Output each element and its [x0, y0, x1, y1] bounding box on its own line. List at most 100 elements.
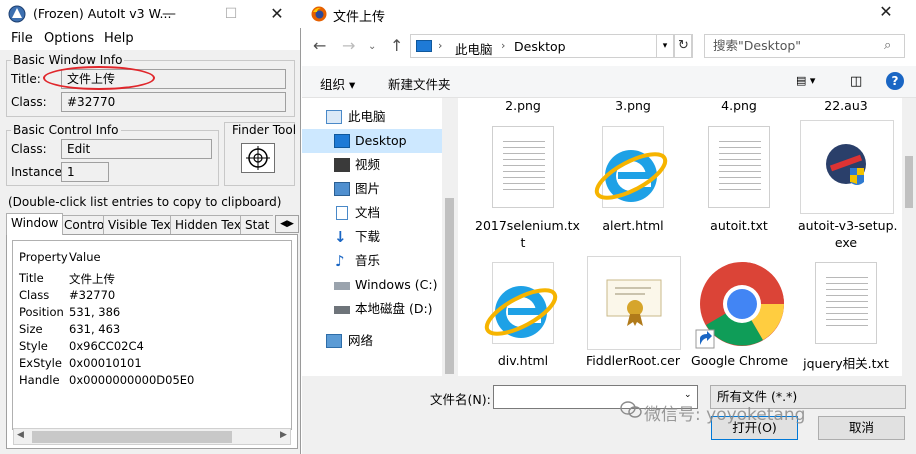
address-dropdown[interactable]: ▾ — [656, 34, 674, 58]
finder-tool-label: Finder Tool — [232, 123, 297, 137]
organize-button[interactable]: 组织 ▾ — [320, 74, 355, 93]
prop-value: 531, 386 — [69, 305, 121, 319]
crosshair-icon — [246, 146, 270, 170]
tab-scroll-arrows[interactable]: ◀▶ — [275, 215, 299, 233]
header-property: Property — [19, 250, 68, 264]
property-list[interactable]: Property Value Title 文件上传 Class #32770 P… — [12, 240, 292, 430]
file-scrollbar[interactable] — [902, 98, 916, 376]
address-bar[interactable]: › 此电脑 › Desktop — [410, 34, 692, 58]
scroll-right-icon[interactable]: ▶ — [280, 430, 287, 440]
prop-value: #32770 — [69, 288, 116, 302]
file-item[interactable]: jquery相关.txt — [798, 260, 894, 371]
sidebar-item-label: 本地磁盘 (D:) — [355, 301, 433, 316]
file-dialog: 文件上传 ✕ ← → ⌄ ↑ › 此电脑 › Desktop ▾ ↻ 搜索"De… — [302, 0, 916, 454]
nav-scrollbar[interactable] — [442, 98, 458, 376]
sidebar-item-videos[interactable]: 视频 — [302, 153, 442, 177]
close-button[interactable]: ✕ — [258, 2, 296, 26]
prop-name: Handle — [19, 373, 60, 387]
control-instance-field[interactable]: 1 — [61, 162, 109, 182]
chevron-down-icon[interactable]: ⌄ — [684, 390, 692, 400]
sidebar-item-label: 音乐 — [355, 253, 381, 268]
file-name-top[interactable]: 3.png — [585, 98, 681, 113]
cancel-button[interactable]: 取消 — [818, 416, 905, 440]
sidebar-item-downloads[interactable]: ↓ 下载 — [302, 225, 442, 249]
tab-window[interactable]: Window — [6, 213, 64, 235]
file-name-top[interactable]: 22.au3 — [798, 98, 894, 113]
autoit-window: (Frozen) AutoIt v3 W... — ☐ ✕ File Optio… — [0, 0, 301, 454]
computer-icon — [416, 40, 432, 52]
view-options-icon[interactable]: ▤ ▾ — [796, 74, 815, 87]
sidebar-item-network[interactable]: 网络 — [302, 329, 442, 353]
certificate-icon — [606, 279, 662, 326]
dialog-close-button[interactable]: ✕ — [867, 0, 905, 24]
file-item[interactable]: div.html — [475, 260, 571, 370]
recent-chevron-icon[interactable]: ⌄ — [368, 41, 376, 52]
breadcrumb-desktop[interactable]: Desktop — [514, 39, 566, 54]
chevron-right-icon[interactable]: › — [501, 39, 505, 52]
music-icon: ♪ — [335, 252, 345, 270]
search-icon[interactable]: ⌕ — [884, 38, 891, 53]
sidebar-item-drive-d[interactable]: 本地磁盘 (D:) — [302, 297, 442, 321]
chrome-icon — [695, 262, 784, 349]
sidebar-item-this-pc[interactable]: 此电脑 — [302, 105, 442, 129]
file-item[interactable]: FiddlerRoot.cer — [585, 256, 681, 370]
file-item[interactable]: 2017selenium.tx t — [475, 124, 580, 250]
computer-icon — [326, 110, 342, 124]
file-name: Google Chrome — [691, 353, 789, 368]
sidebar-item-music[interactable]: ♪ 音乐 — [302, 249, 442, 273]
file-name-top[interactable]: 4.png — [691, 98, 787, 113]
scroll-left-icon[interactable]: ◀ — [17, 430, 24, 440]
menu-help[interactable]: Help — [104, 31, 134, 46]
finder-tool[interactable] — [241, 143, 275, 173]
pictures-icon — [334, 182, 350, 196]
sidebar-item-label: 网络 — [348, 333, 374, 348]
file-item[interactable]: alert.html — [585, 124, 681, 250]
nav-scroll-thumb[interactable] — [445, 198, 454, 374]
menu-file[interactable]: File — [11, 31, 33, 46]
control-instance-label: Instance: — [11, 165, 67, 179]
control-class-field[interactable]: Edit — [61, 139, 212, 159]
prop-name: Class — [19, 288, 50, 302]
file-scroll-thumb[interactable] — [905, 156, 913, 208]
sidebar-item-drive-c[interactable]: Windows (C:) — [302, 273, 442, 297]
scroll-thumb[interactable] — [32, 431, 232, 443]
file-item[interactable]: autoit.txt — [691, 124, 787, 250]
file-name: FiddlerRoot.cer — [586, 353, 680, 368]
new-folder-button[interactable]: 新建文件夹 — [388, 74, 451, 93]
sidebar-item-desktop[interactable]: Desktop — [302, 129, 442, 153]
prop-name: Title — [19, 271, 44, 285]
tab-visible-text[interactable]: Visible Text — [103, 215, 181, 235]
sidebar-item-label: 下载 — [355, 229, 381, 244]
file-item[interactable]: Google Chrome — [691, 260, 789, 370]
file-name: 2017selenium.tx — [475, 218, 580, 233]
file-name: jquery相关.txt — [803, 356, 889, 371]
help-icon[interactable]: ? — [886, 72, 904, 90]
search-input[interactable]: 搜索"Desktop" — [704, 34, 905, 58]
control-class-label: Class: — [11, 142, 47, 156]
tab-status[interactable]: Stat — [240, 215, 274, 235]
text-file-icon — [815, 262, 877, 344]
forward-icon[interactable]: → — [342, 36, 355, 55]
chevron-right-icon[interactable]: › — [438, 39, 442, 52]
menu-options[interactable]: Options — [44, 31, 94, 46]
file-name-top[interactable]: 2.png — [475, 98, 571, 113]
sidebar-item-label: Windows (C:) — [355, 277, 438, 292]
refresh-button[interactable]: ↻ — [674, 34, 693, 58]
sidebar-item-pictures[interactable]: 图片 — [302, 177, 442, 201]
file-item[interactable]: autoit-v3-setup. exe — [798, 120, 897, 250]
preview-pane-icon[interactable]: ◫ — [850, 74, 862, 89]
firefox-icon — [311, 6, 327, 22]
sidebar-item-documents[interactable]: 文档 — [302, 201, 442, 225]
up-icon[interactable]: ↑ — [390, 36, 403, 55]
maximize-button[interactable]: ☐ — [212, 2, 250, 26]
copy-hint: (Double-click list entries to copy to cl… — [8, 195, 282, 209]
tab-hidden-text[interactable]: Hidden Text — [170, 215, 251, 235]
header-value: Value — [69, 250, 101, 264]
back-icon[interactable]: ← — [313, 36, 326, 55]
minimize-button[interactable]: — — [150, 2, 188, 26]
video-icon — [334, 158, 350, 172]
horizontal-scrollbar[interactable]: ◀ ▶ — [13, 428, 291, 445]
window-class-field[interactable]: #32770 — [61, 92, 286, 112]
file-name: alert.html — [602, 218, 664, 233]
breadcrumb-this-pc[interactable]: 此电脑 — [455, 39, 493, 58]
